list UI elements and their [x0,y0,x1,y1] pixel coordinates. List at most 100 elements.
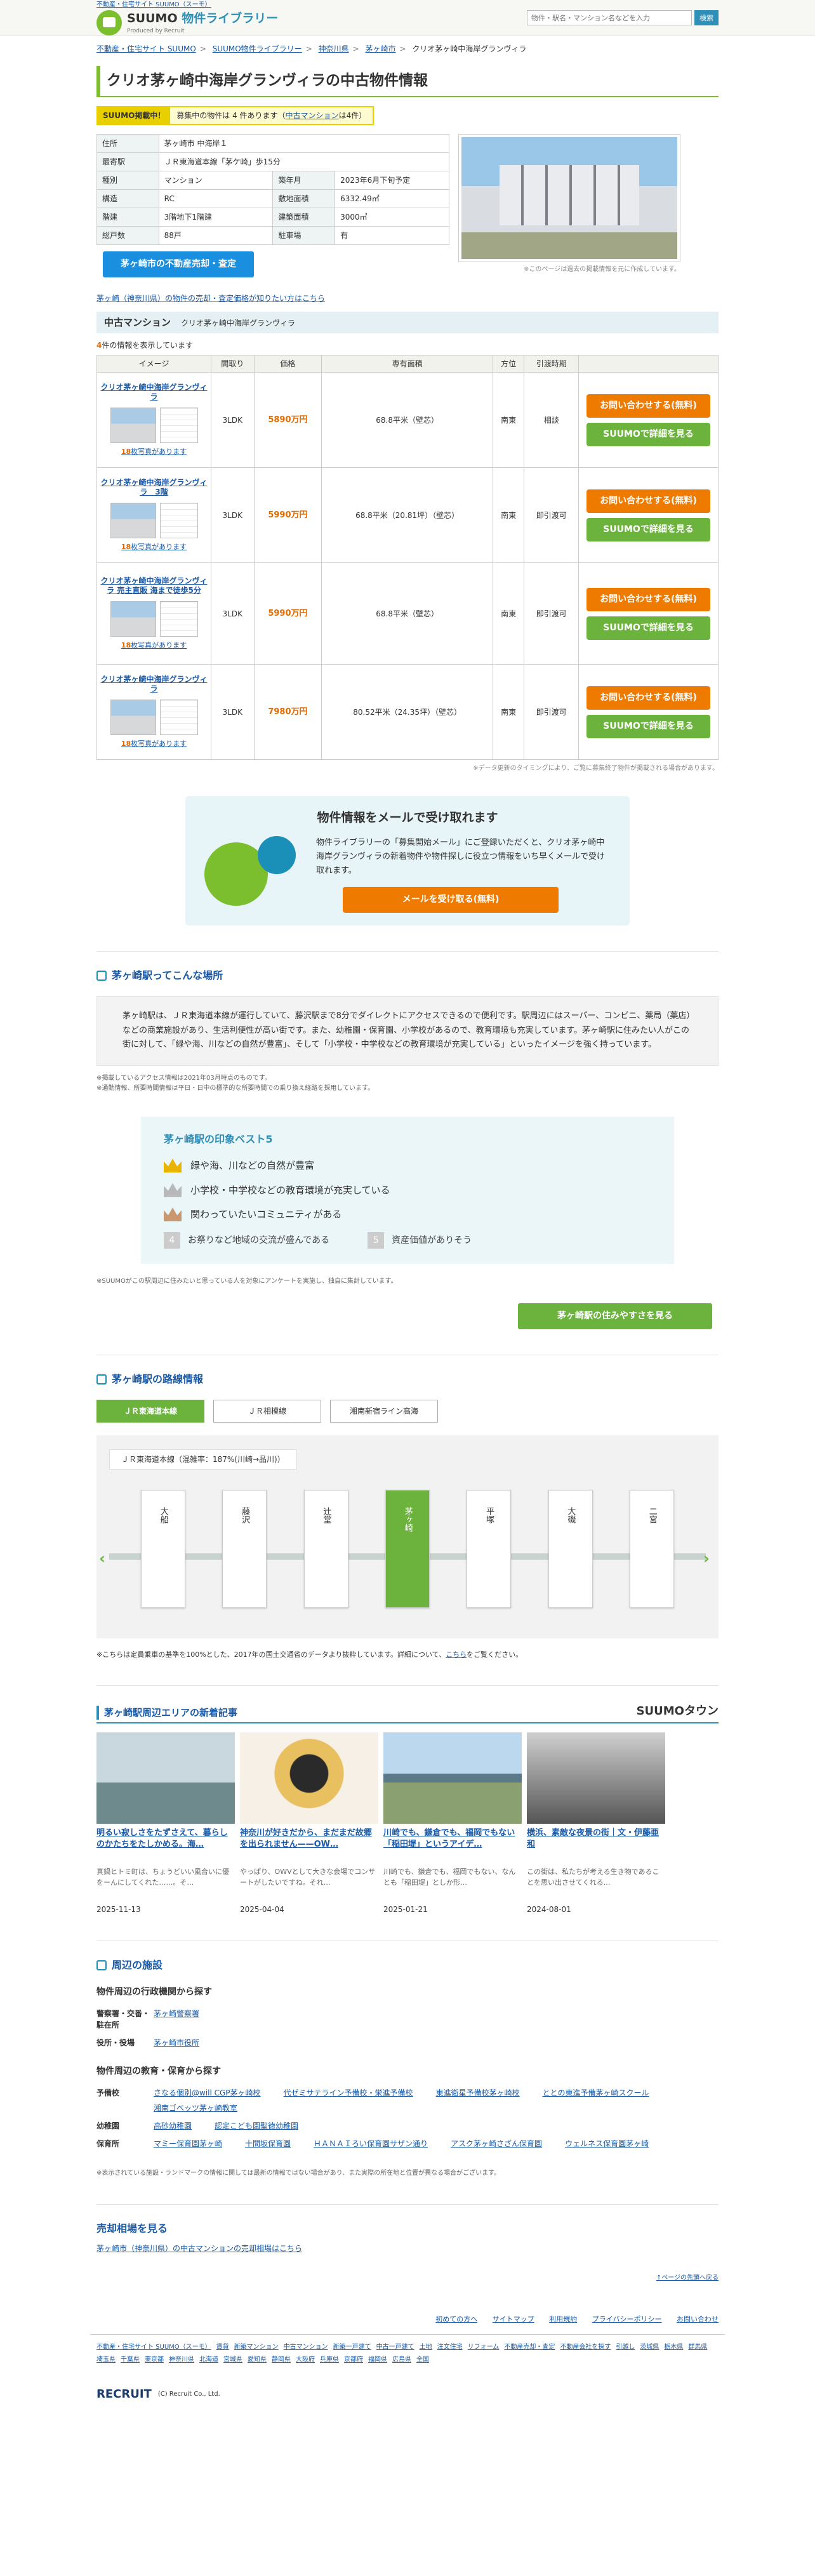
breadcrumb-item[interactable]: 茅ヶ崎市 [365,44,395,53]
detail-button[interactable]: SUUMOで詳細を見る [586,616,710,640]
listing-thumbnail[interactable] [110,502,156,538]
photo-count[interactable]: 18枚写真があります [100,641,208,651]
breadcrumb-item[interactable]: 神奈川県 [319,44,349,53]
page-top-link[interactable]: ↑ページの先頭へ戻る [96,2273,719,2283]
station-card[interactable]: 大船 [141,1489,185,1608]
facility-link[interactable]: ウェルネス保育園茅ヶ崎 [565,2138,649,2149]
sitemap-link[interactable]: 大阪府 [296,2356,315,2363]
floorplan-thumbnail[interactable] [159,601,198,637]
station-card[interactable]: 辻堂 [303,1489,348,1608]
floorplan-thumbnail[interactable] [159,502,198,538]
detail-button[interactable]: SUUMOで詳細を見る [586,714,710,738]
chevron-right-icon[interactable]: › [703,1547,716,1567]
article-card[interactable]: 明るい寂しさをたずさえて、暮らしのかたちをたしかめる。海… 真鍋ヒトミ町は、ちょう… [96,1732,235,1915]
facility-link[interactable]: アスク茅ヶ崎さざん保育園 [451,2138,542,2149]
tab-sagami[interactable]: ＪＲ相模線 [213,1399,321,1423]
sitemap-link[interactable]: 京都府 [344,2356,363,2363]
sitemap-link[interactable]: 埼玉県 [96,2356,116,2363]
logo-area[interactable]: 不動産・住宅サイト SUUMO（スーモ） SUUMO 物件ライブラリー Prod… [96,0,278,36]
facility-link[interactable]: 十間坂保育園 [245,2138,291,2149]
sitemap-link[interactable]: 新築一戸建て [333,2344,371,2351]
facility-link[interactable]: ＨＡＮＡＩろい保育園サザン通り [314,2138,428,2149]
facility-link[interactable]: さなる個別@will CGP茅ヶ崎校 [154,2087,261,2099]
notice-link[interactable]: 中古マンション [286,111,339,120]
sitemap-link[interactable]: 注文住宅 [437,2344,463,2351]
sitemap-link[interactable]: 新築マンション [234,2344,279,2351]
sitemap-link[interactable]: 不動産会社を探す [560,2344,611,2351]
sitemap-link[interactable]: リフォーム [468,2344,500,2351]
facility-link[interactable]: 湘南ゴベッツ茅ヶ崎教室 [154,2102,237,2114]
facility-link[interactable]: 茅ヶ崎市役所 [154,2037,199,2048]
sitemap-link[interactable]: 宮城県 [223,2356,242,2363]
sitemap-link[interactable]: 不動産売却・査定 [504,2344,555,2351]
sitemap-link[interactable]: 愛知県 [248,2356,267,2363]
station-card[interactable]: 平塚 [467,1489,512,1608]
listing-name-link[interactable]: クリオ茅ヶ崎中海岸グランヴィラ [100,383,208,402]
tab-tokaido[interactable]: ＪＲ東海道本線 [96,1399,204,1423]
sitemap-link[interactable]: 兵庫県 [320,2356,339,2363]
search-input[interactable] [527,10,692,25]
photo-count[interactable]: 18枚写真があります [100,542,208,553]
listing-thumbnail[interactable] [110,601,156,637]
tab-shonan-shinjuku[interactable]: 湘南新宿ライン高海 [330,1399,438,1423]
recruit-logo[interactable]: RECRUIT (C) Recruit Co., Ltd. [90,2373,725,2422]
sitemap-link[interactable]: 東京都 [145,2356,164,2363]
listing-name-link[interactable]: クリオ茅ヶ崎中海岸グランヴィラ 3階 [100,478,208,498]
livability-button[interactable]: 茅ヶ崎駅の住みやすさを見る [518,1303,712,1329]
sitemap-link[interactable]: 引越し [616,2344,635,2351]
sitemap-link[interactable]: 福岡県 [368,2356,387,2363]
facility-link[interactable]: 高砂幼稚園 [154,2120,192,2132]
listing-name-link[interactable]: クリオ茅ヶ崎中海岸グランヴィラ [100,675,208,694]
sitemap-link[interactable]: 神奈川県 [169,2356,194,2363]
detail-button[interactable]: SUUMOで詳細を見る [586,517,710,541]
listing-thumbnail[interactable] [110,407,156,443]
floorplan-thumbnail[interactable] [159,699,198,735]
sitemap-link[interactable]: 群馬県 [688,2344,707,2351]
facility-link[interactable]: ととの東進予備茅ヶ崎スクール [543,2087,649,2099]
property-photo[interactable] [458,133,680,262]
sitemap-link[interactable]: 静岡県 [272,2356,291,2363]
article-card[interactable]: 川崎でも、鎌倉でも、福岡でもない「稲田堤」というアイデ… 川崎でも、鎌倉でも、福岡… [383,1732,522,1915]
sitemap-link[interactable]: 千葉県 [121,2356,140,2363]
chevron-left-icon[interactable]: ‹ [99,1547,112,1567]
sitemap-link[interactable]: 中古一戸建て [376,2344,414,2351]
photo-count[interactable]: 18枚写真があります [100,447,208,458]
station-card-current[interactable]: 茅ヶ崎 [385,1489,430,1608]
article-card[interactable]: 横浜、素敵な夜景の街｜文・伊藤亜和 この街は、私たちが考える生き物であることを思い… [527,1732,665,1915]
station-card[interactable]: 二宮 [629,1489,674,1608]
market-link[interactable]: 茅ヶ崎市（神奈川県）の中古マンションの売却相場はこちら [96,2243,719,2254]
listing-thumbnail[interactable] [110,699,156,735]
listing-name-link[interactable]: クリオ茅ヶ崎中海岸グランヴィラ 売主直販 海まで徒歩5分 [100,576,208,596]
suumo-town-logo[interactable]: SUUMOタウン [637,1703,719,1720]
footer-link[interactable]: 利用規約 [549,2315,577,2323]
search-button[interactable]: 検索 [694,10,719,25]
sitemap-link[interactable]: 北海道 [199,2356,218,2363]
facility-link[interactable]: 代ゼミサテライン予備校・栄進予備校 [284,2087,413,2099]
sitemap-link[interactable]: 土地 [420,2344,432,2351]
route-note-link[interactable]: こちら [446,1650,467,1659]
inquiry-button[interactable]: お問い合わせする(無料) [586,394,710,418]
sitemap-link[interactable]: 賃貸 [216,2344,229,2351]
footer-link[interactable]: 初めての方へ [435,2315,477,2323]
inquiry-button[interactable]: お問い合わせする(無料) [586,489,710,513]
sitemap-link[interactable]: 中古マンション [284,2344,328,2351]
article-card[interactable]: 神奈川が好きだから、まだまだ故郷を出られません——OW… やっぱり、OWVとして大… [240,1732,378,1915]
facility-link[interactable]: 茅ヶ崎警察署 [154,2008,199,2031]
inquiry-button[interactable]: お問い合わせする(無料) [586,587,710,611]
consult-button[interactable]: 茅ヶ崎市の不動産売却・査定 [103,251,254,277]
top-link[interactable]: 不動産・住宅サイト SUUMO（スーモ） [96,0,278,10]
breadcrumb-item[interactable]: SUUMO物件ライブラリー [213,44,302,53]
facility-link[interactable]: マミー保育園茅ヶ崎 [154,2138,222,2149]
site-logo[interactable]: SUUMO 物件ライブラリー Produced by Recruit [96,10,278,36]
sitemap-link[interactable]: 栃木県 [664,2344,683,2351]
sitemap-link[interactable]: 全国 [416,2356,429,2363]
facility-link[interactable]: 東進衛星予備校茅ヶ崎校 [436,2087,520,2099]
facility-link[interactable]: 認定こども園聖徳幼稚園 [215,2120,298,2132]
detail-button[interactable]: SUUMOで詳細を見る [586,422,710,446]
sitemap-link[interactable]: 広島県 [392,2356,411,2363]
station-card[interactable]: 大磯 [548,1489,593,1608]
mail-signup-button[interactable]: メールを受け取る(無料) [343,886,559,913]
footer-link[interactable]: お問い合わせ [677,2315,719,2323]
breadcrumb-item[interactable]: 不動産・住宅サイト SUUMO [96,44,196,53]
station-card[interactable]: 藤沢 [222,1489,267,1608]
